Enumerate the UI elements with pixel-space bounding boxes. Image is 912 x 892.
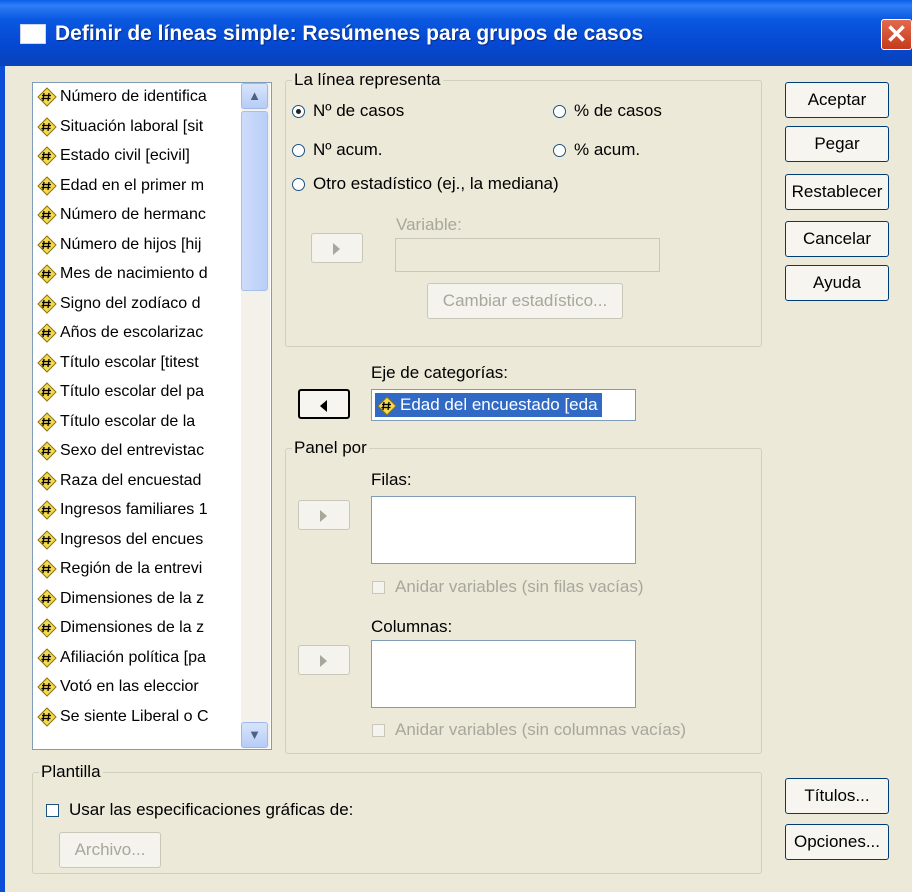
scale-variable-icon	[37, 677, 57, 697]
columns-label: Columnas:	[371, 617, 453, 636]
use-specs-checkbox[interactable]: Usar las especificaciones gráficas de:	[46, 800, 353, 820]
scroll-up-button[interactable]: ▲	[241, 83, 268, 109]
category-axis-move-button[interactable]	[298, 389, 350, 419]
arrow-right-icon	[333, 243, 340, 255]
category-axis-label: Eje de categorías:	[371, 363, 509, 382]
nest-columns-checkbox[interactable]: Anidar variables (sin columnas vacías)	[372, 720, 686, 740]
template-legend: Plantilla	[41, 762, 101, 781]
ok-button[interactable]: Aceptar	[785, 82, 889, 118]
scale-variable-icon	[37, 293, 57, 314]
change-statistic-button[interactable]: Cambiar estadístico...	[427, 283, 623, 319]
variable-list-item[interactable]: Edad en el primer m	[37, 175, 249, 202]
checkbox-box	[372, 724, 385, 738]
scale-variable-icon	[37, 470, 57, 491]
variable-label: Variable:	[396, 215, 462, 234]
variable-field[interactable]	[395, 238, 660, 272]
scale-variable-icon	[37, 441, 57, 461]
arrow-right-icon	[320, 510, 327, 522]
nest-rows-checkbox[interactable]: Anidar variables (sin filas vacías)	[372, 577, 643, 597]
rows-move-button[interactable]	[298, 500, 350, 530]
window-icon	[20, 24, 46, 44]
variable-list-item[interactable]: Sexo del entrevistac	[37, 441, 249, 467]
variable-list-item[interactable]: Título escolar [titest	[37, 352, 249, 379]
scale-variable-icon	[37, 559, 57, 579]
checkbox-box	[46, 804, 59, 818]
reset-button[interactable]: Restablecer	[785, 174, 889, 210]
line-represents-legend: La línea representa	[294, 70, 441, 89]
scroll-down-button[interactable]: ▼	[241, 722, 268, 748]
variable-list-item[interactable]: Título escolar del pa	[37, 382, 249, 408]
scale-variable-icon	[37, 116, 57, 137]
variable-listbox[interactable]: Número de identifica Situación laboral [s…	[32, 82, 272, 750]
scale-variable-icon	[37, 706, 57, 727]
radio-indicator	[292, 105, 305, 119]
window-frame-left	[0, 66, 5, 892]
scale-variable-icon	[37, 588, 57, 609]
scroll-thumb[interactable]	[241, 111, 268, 291]
paste-button[interactable]: Pegar	[785, 126, 889, 162]
variable-list-item[interactable]: Situación laboral [sit	[37, 116, 249, 143]
arrow-right-icon	[320, 655, 327, 667]
scale-variable-icon	[37, 87, 57, 107]
radio-indicator	[292, 144, 305, 158]
rows-label: Filas:	[371, 470, 412, 489]
variable-list-item[interactable]: Número de identifica	[37, 87, 249, 113]
radio-n-cases[interactable]: Nº de casos	[292, 101, 404, 121]
window-title: Definir de líneas simple: Resúmenes para…	[55, 22, 644, 45]
arrow-left-icon	[320, 400, 327, 412]
variable-list-item[interactable]: Número de hijos [hij	[37, 234, 249, 261]
file-button[interactable]: Archivo...	[59, 832, 161, 868]
close-button[interactable]: ✕	[881, 19, 912, 50]
variable-list-item[interactable]: Número de hermanc	[37, 205, 249, 231]
scale-variable-icon	[37, 411, 57, 432]
scale-variable-icon	[37, 529, 57, 550]
scale-variable-icon	[37, 323, 57, 343]
variable-list-item[interactable]: Votó en las eleccior	[37, 677, 249, 703]
columns-field[interactable]	[371, 640, 636, 708]
radio-n-cumulative[interactable]: Nº acum.	[292, 140, 383, 160]
category-axis-field[interactable]: Edad del encuestado [eda	[371, 389, 636, 421]
radio-indicator	[553, 105, 566, 119]
category-axis-selected-item[interactable]: Edad del encuestado [eda	[375, 393, 602, 417]
variable-list-item[interactable]: Raza del encuestad	[37, 470, 249, 497]
variable-list-item[interactable]: Afiliación política [pa	[37, 647, 249, 674]
radio-indicator	[553, 144, 566, 158]
variable-list-item[interactable]: Dimensiones de la z	[37, 588, 249, 615]
variable-list-item[interactable]: Signo del zodíaco d	[37, 293, 249, 320]
variable-list-item[interactable]: Ingresos del encues	[37, 529, 249, 556]
titles-button[interactable]: Títulos...	[785, 778, 889, 814]
radio-indicator	[292, 178, 305, 192]
scale-variable-icon	[37, 352, 57, 373]
options-button[interactable]: Opciones...	[785, 824, 889, 860]
listbox-scrollbar[interactable]: ▲ ▼	[241, 83, 270, 748]
radio-pct-cumulative[interactable]: % acum.	[553, 140, 640, 160]
scale-variable-icon	[37, 500, 57, 520]
variable-list-item[interactable]: Estado civil [ecivil]	[37, 146, 249, 172]
scale-variable-icon	[37, 264, 57, 284]
radio-pct-cases[interactable]: % de casos	[553, 101, 662, 121]
columns-move-button[interactable]	[298, 645, 350, 675]
checkbox-box	[372, 581, 385, 595]
panel-by-legend: Panel por	[294, 438, 367, 457]
scale-variable-icon	[37, 234, 57, 255]
scale-variable-icon	[37, 382, 57, 402]
scale-variable-icon	[37, 205, 57, 225]
rows-field[interactable]	[371, 496, 636, 564]
variable-list-item[interactable]: Años de escolarizac	[37, 323, 249, 349]
variable-list-item[interactable]: Región de la entrevi	[37, 559, 249, 585]
variable-move-button[interactable]	[311, 233, 363, 263]
variable-list-item[interactable]: Mes de nacimiento d	[37, 264, 249, 290]
variable-list-item[interactable]: Se siente Liberal o C	[37, 706, 249, 733]
scale-variable-icon	[37, 618, 57, 638]
scale-variable-icon	[37, 647, 57, 668]
variable-list-item[interactable]: Dimensiones de la z	[37, 618, 249, 644]
cancel-button[interactable]: Cancelar	[785, 221, 889, 257]
scale-variable-icon	[37, 175, 57, 196]
scale-variable-icon	[377, 395, 397, 416]
variable-list-item[interactable]: Título escolar de la	[37, 411, 249, 438]
radio-other-statistic[interactable]: Otro estadístico (ej., la mediana)	[292, 174, 559, 194]
help-button[interactable]: Ayuda	[785, 265, 889, 301]
scale-variable-icon	[37, 146, 57, 166]
variable-list-item[interactable]: Ingresos familiares 1	[37, 500, 249, 526]
